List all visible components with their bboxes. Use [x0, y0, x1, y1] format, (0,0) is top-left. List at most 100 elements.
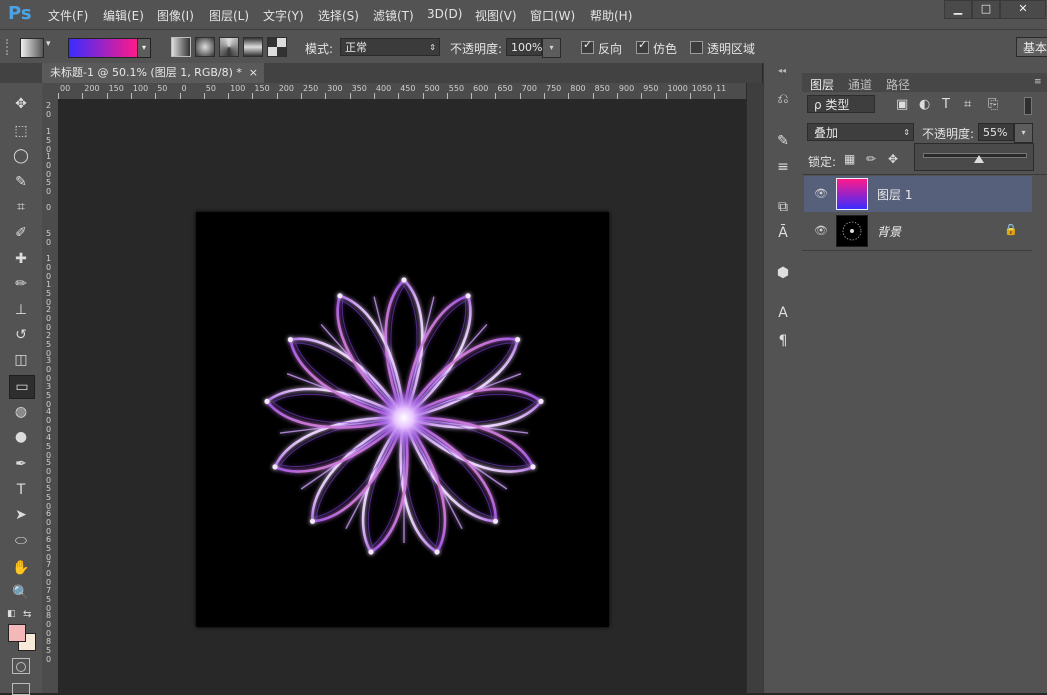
history-brush-tool-icon[interactable]: ↺	[9, 324, 33, 346]
layer-opacity-input[interactable]: 55%	[978, 123, 1014, 141]
swap-colors-icon[interactable]: ⇆	[23, 609, 31, 620]
gradient-swatch[interactable]	[68, 38, 138, 58]
document-tab[interactable]: 未标题-1 @ 50.1% (图层 1, RGB/8) * ×	[42, 63, 264, 83]
petal-tip-glow	[492, 518, 499, 524]
smart-object-filter-icon[interactable]: ⎘	[988, 97, 998, 112]
visibility-eye-icon[interactable]: 👁	[814, 187, 828, 200]
3d-icon[interactable]: ⬢	[773, 263, 793, 283]
reverse-checkbox[interactable]: ✓	[581, 38, 594, 54]
move-tool-icon[interactable]: ✥	[9, 93, 33, 115]
grip-handle[interactable]	[6, 39, 12, 55]
eyedropper-tool-icon[interactable]: ✐	[9, 222, 33, 244]
close-window-button[interactable]: ✕	[1000, 0, 1046, 19]
lock-pixels-icon[interactable]: ✏	[866, 152, 876, 166]
default-colors-icon[interactable]: ◧	[7, 609, 16, 619]
radial-gradient-button[interactable]	[195, 37, 215, 57]
character-style-icon[interactable]: Ā	[773, 223, 793, 243]
adjustment-filter-icon[interactable]: ◐	[919, 97, 930, 112]
adjust-icon[interactable]: ≡	[773, 157, 793, 177]
healing-tool-icon[interactable]: ✚	[9, 248, 33, 270]
opacity-dropdown-icon[interactable]: ▾	[542, 38, 561, 58]
screen-mode-icon[interactable]	[12, 683, 30, 695]
character-icon[interactable]: A	[773, 303, 793, 323]
diamond-gradient-button[interactable]	[267, 37, 287, 57]
layer-row-1[interactable]: 👁 图层 1	[804, 176, 1032, 212]
ruler-tick-label: 200	[84, 84, 100, 93]
ruler-tick-label: 100	[46, 152, 52, 179]
workspace-button[interactable]: 基本	[1016, 37, 1047, 57]
preset-dropdown-icon[interactable]: ▾	[46, 39, 51, 49]
stamp-tool-icon[interactable]: ⊥	[9, 299, 33, 321]
linear-gradient-button[interactable]	[171, 37, 191, 57]
type-filter-icon[interactable]: T	[942, 97, 950, 112]
lock-position-icon[interactable]: ✥	[888, 152, 898, 166]
collapse-dock-icon[interactable]: ◂◂	[778, 66, 786, 75]
lock-transparent-icon[interactable]: ▦	[844, 152, 855, 166]
transparency-checkbox[interactable]	[690, 41, 703, 54]
opacity-slider-thumb[interactable]	[974, 155, 984, 163]
gradient-tool-preset-icon[interactable]	[20, 38, 44, 58]
vertical-scrollbar[interactable]	[746, 83, 763, 693]
menu-type[interactable]: 文字(Y)	[263, 7, 304, 24]
dither-checkbox[interactable]: ✓	[636, 38, 649, 54]
background-layer-name[interactable]: 背景	[877, 223, 901, 240]
blur-tool-icon[interactable]: ◍	[9, 401, 33, 423]
close-tab-icon[interactable]: ×	[249, 63, 258, 83]
menu-layer[interactable]: 图层(L)	[209, 7, 249, 24]
maximize-button[interactable]: □	[972, 0, 1000, 19]
crop-tool-icon[interactable]: ⌗	[9, 196, 33, 218]
shape-filter-icon[interactable]: ⌗	[964, 97, 971, 112]
menu-3d[interactable]: 3D(D)	[427, 7, 462, 21]
ruler-tick-label: 750	[546, 84, 562, 93]
clone-source-icon[interactable]: ⧉	[773, 197, 793, 217]
menu-window[interactable]: 窗口(W)	[530, 7, 575, 24]
tab-channels[interactable]: 通道	[848, 76, 872, 93]
tab-paths[interactable]: 路径	[886, 76, 910, 93]
panel-menu-icon[interactable]: ≡	[1034, 77, 1042, 87]
menu-help[interactable]: 帮助(H)	[590, 7, 632, 24]
opacity-input[interactable]: 100%	[506, 38, 542, 56]
gradient-dropdown-icon[interactable]: ▾	[137, 38, 151, 58]
quick-mask-icon[interactable]	[12, 658, 30, 674]
menu-edit[interactable]: 编辑(E)	[103, 7, 144, 24]
filter-toggle[interactable]	[1024, 97, 1032, 115]
opacity-dropdown-icon[interactable]: ▾	[1014, 123, 1033, 143]
angle-gradient-button[interactable]	[219, 37, 239, 57]
gradient-tool-icon[interactable]: ▭	[9, 375, 35, 399]
mode-select[interactable]: 正常 ⇕	[340, 38, 440, 56]
brush-tool-icon[interactable]: ✏	[9, 273, 33, 295]
hand-tool-icon[interactable]: ✋	[9, 557, 33, 579]
paragraph-icon[interactable]: ¶	[773, 331, 793, 351]
document-canvas[interactable]	[196, 212, 609, 627]
menu-image[interactable]: 图像(I)	[157, 7, 194, 24]
quick-select-tool-icon[interactable]: ✎	[9, 171, 33, 193]
menu-file[interactable]: 文件(F)	[48, 7, 88, 24]
pen-tool-icon[interactable]: ✒	[9, 453, 33, 475]
foreground-color-swatch[interactable]	[8, 624, 26, 642]
brush-presets-icon[interactable]: ✎	[773, 131, 793, 151]
lasso-tool-icon[interactable]: ◯	[9, 145, 33, 167]
path-select-tool-icon[interactable]: ➤	[9, 504, 33, 526]
menu-view[interactable]: 视图(V)	[475, 7, 517, 24]
marquee-tool-icon[interactable]: ⬚	[9, 120, 33, 142]
filter-kind-select[interactable]: ρ 类型	[807, 95, 875, 113]
menu-select[interactable]: 选择(S)	[318, 7, 359, 24]
history-icon[interactable]: ⎌	[773, 89, 793, 109]
tab-layers[interactable]: 图层	[810, 76, 834, 93]
zoom-tool-icon[interactable]: 🔍	[9, 582, 33, 604]
menu-filter[interactable]: 滤镜(T)	[373, 7, 414, 24]
visibility-eye-icon[interactable]: 👁	[814, 224, 828, 237]
blend-mode-select[interactable]: 叠加 ⇕	[807, 123, 914, 141]
image-filter-icon[interactable]: ▣	[896, 97, 908, 112]
layer-row-background[interactable]: 👁 背景 🔒	[804, 213, 1032, 249]
eraser-tool-icon[interactable]: ◫	[9, 349, 33, 371]
ruler-origin[interactable]	[42, 83, 59, 100]
checkmark-icon: ✓	[583, 38, 593, 51]
minimize-button[interactable]: ▁	[944, 0, 972, 19]
type-tool-icon[interactable]: T	[9, 479, 33, 501]
layer-1-name[interactable]: 图层 1	[877, 186, 912, 203]
ruler-tick-label: 750	[46, 585, 52, 613]
dodge-tool-icon[interactable]: ●	[9, 426, 33, 448]
reflected-gradient-button[interactable]	[243, 37, 263, 57]
shape-tool-icon[interactable]: ⬭	[9, 530, 33, 552]
